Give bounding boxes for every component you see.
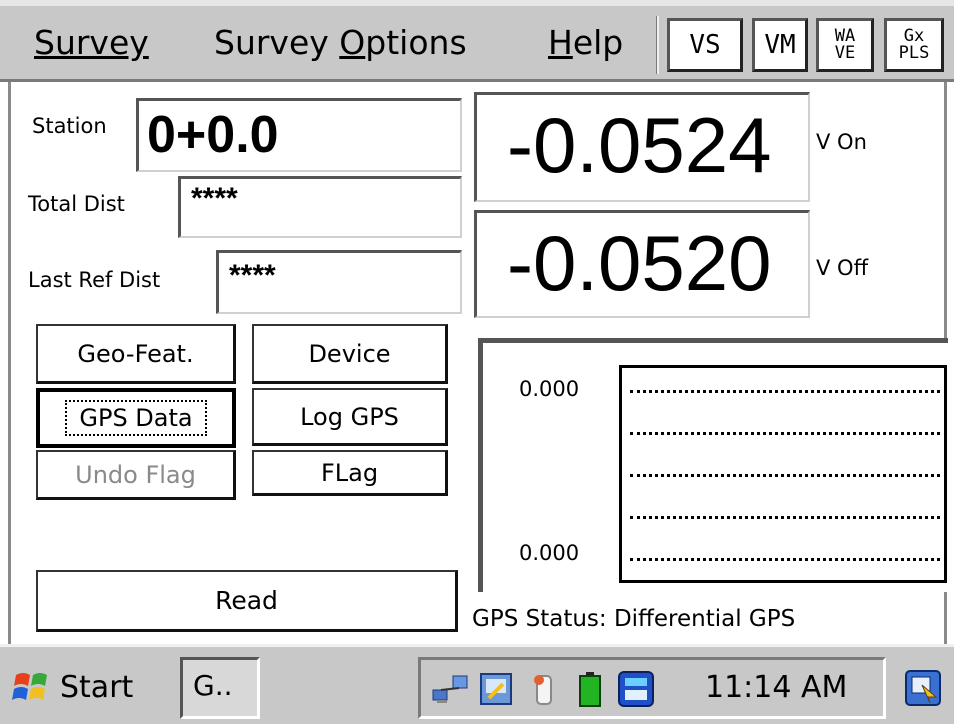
wave-toolbar-button[interactable]: WA VE — [816, 18, 874, 72]
vm-button-label: VM — [764, 30, 796, 60]
menu-survey-options-word1: Survey — [214, 23, 329, 62]
utg-tray-icon[interactable] — [617, 670, 655, 708]
taskbar-app-item[interactable]: G.. — [180, 657, 260, 719]
read-button-label: Read — [215, 586, 278, 615]
flag-button[interactable]: FLag — [252, 450, 448, 496]
v-off-reading: -0.0520 — [474, 210, 810, 318]
chart-gridline — [630, 390, 940, 393]
chart-gridline — [630, 474, 940, 477]
read-button[interactable]: Read — [36, 570, 458, 632]
windows-flag-icon — [12, 673, 47, 700]
chart-gridline — [630, 432, 940, 435]
chart-gridline — [630, 558, 940, 561]
gps-status-text: GPS Status: Differential GPS — [472, 606, 796, 632]
vm-toolbar-button[interactable]: VM — [752, 18, 808, 72]
device-button-label: Device — [308, 339, 391, 368]
menu-survey-options-rest: ptions — [365, 23, 467, 62]
start-button[interactable]: Start — [6, 655, 172, 719]
gx-pls-toolbar-button[interactable]: Gx PLS — [884, 18, 944, 72]
sync-device-icon[interactable] — [477, 670, 515, 708]
clock[interactable]: 11:14 AM — [705, 666, 847, 710]
desktop-icon — [905, 670, 941, 706]
v-off-label: V Off — [816, 256, 869, 280]
last-ref-dist-field[interactable]: **** — [216, 250, 462, 314]
v-on-label: V On — [816, 130, 867, 154]
gps-data-button-label: GPS Data — [65, 400, 207, 436]
menu-survey-options-mnemonic: O — [339, 23, 366, 62]
menu-help-rest: elp — [572, 23, 624, 62]
system-tray: 11:14 AM — [418, 657, 886, 719]
log-gps-button-label: Log GPS — [300, 402, 399, 431]
usb-power-icon[interactable] — [525, 670, 563, 708]
flag-button-label: FLag — [320, 458, 379, 487]
gps-data-button[interactable]: GPS Data — [36, 388, 236, 448]
y-tick-label-top: 0.000 — [519, 377, 580, 401]
wave-button-label-bottom: VE — [834, 43, 856, 63]
vs-button-label: VS — [689, 30, 721, 60]
taskbar: Start G.. 11:14 AM — [0, 644, 954, 724]
reading-chart: 0.000 0.000 — [478, 338, 948, 592]
menu-survey-options[interactable]: Survey Options — [214, 18, 467, 68]
log-gps-button[interactable]: Log GPS — [252, 388, 448, 446]
total-dist-label: Total Dist — [28, 192, 125, 216]
station-field[interactable]: 0+0.0 — [136, 98, 462, 172]
geo-feat-button-label: Geo-Feat. — [77, 339, 194, 368]
panel-left-border — [8, 82, 11, 644]
undo-flag-button-label: Undo Flag — [75, 460, 196, 489]
vs-toolbar-button[interactable]: VS — [667, 18, 743, 72]
station-label: Station — [32, 114, 107, 138]
network-icon[interactable] — [431, 670, 469, 708]
chart-plot-area — [619, 365, 947, 583]
y-tick-label-bottom: 0.000 — [519, 541, 580, 565]
menu-help[interactable]: Help — [548, 18, 623, 68]
chart-gridline — [630, 516, 940, 519]
show-desktop-button[interactable] — [896, 657, 950, 719]
gx-button-label-bottom: PLS — [898, 43, 930, 63]
menu-help-mnemonic: H — [548, 23, 573, 62]
menu-survey[interactable]: Survey — [34, 18, 149, 68]
v-on-reading: -0.0524 — [474, 92, 810, 202]
battery-icon[interactable] — [571, 670, 609, 708]
last-ref-dist-label: Last Ref Dist — [28, 268, 161, 292]
menu-survey-label: Survey — [34, 23, 149, 62]
menu-separator — [656, 16, 659, 74]
start-label: Start — [60, 669, 134, 705]
geo-feat-button[interactable]: Geo-Feat. — [36, 324, 236, 384]
menu-bar: Survey Survey Options Help VS VM WA VE G… — [0, 0, 954, 82]
device-button[interactable]: Device — [252, 324, 448, 384]
undo-flag-button[interactable]: Undo Flag — [36, 450, 236, 500]
total-dist-field[interactable]: **** — [178, 176, 462, 238]
